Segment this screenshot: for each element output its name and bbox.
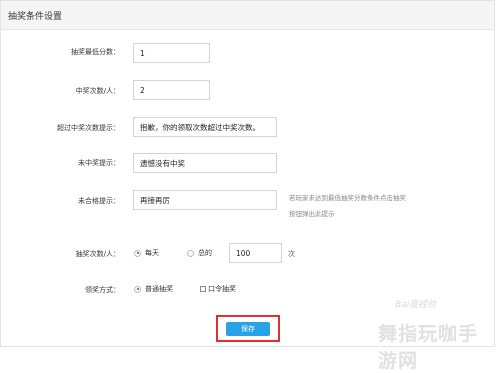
min-score-label: 抽奖最低分数： bbox=[71, 48, 120, 56]
draw-times-value: 100 bbox=[236, 248, 251, 258]
radio-total[interactable]: 总的 bbox=[187, 248, 212, 258]
exceed-tip-label: 超过中奖次数提示： bbox=[57, 124, 120, 132]
radio-normal-draw-label: 普通抽奖 bbox=[145, 285, 173, 293]
hint-line-2: 按钮弹出此提示 bbox=[289, 210, 335, 218]
password-draw-checkbox[interactable] bbox=[200, 286, 206, 292]
unqualified-tip-hint: 若玩家未达到最低抽奖分数条件点击抽奖 按钮弹出此提示 bbox=[289, 190, 449, 222]
panel-header: 抽奖条件设置 bbox=[1, 1, 494, 30]
save-highlight-box: 保存 bbox=[216, 315, 280, 342]
baidu-watermark: Bai度经验 bbox=[395, 300, 437, 310]
radio-daily-label: 每天 bbox=[145, 249, 159, 257]
hint-line-1: 若玩家未达到最低抽奖分数条件点击抽奖 bbox=[289, 194, 406, 202]
panel-title: 抽奖条件设置 bbox=[8, 11, 63, 22]
radio-daily-dot[interactable] bbox=[134, 249, 141, 257]
not-win-tip-label: 未中奖提示： bbox=[78, 159, 120, 167]
draw-times-label: 抽奖次数/人： bbox=[75, 250, 120, 258]
save-button[interactable]: 保存 bbox=[226, 321, 270, 336]
radio-daily[interactable]: 每天 bbox=[134, 248, 159, 258]
password-draw-option[interactable]: 口令抽奖 bbox=[200, 284, 236, 294]
radio-total-dot[interactable] bbox=[187, 249, 194, 257]
unqualified-tip-input[interactable]: 再接再厉 bbox=[133, 190, 277, 210]
exceed-tip-value: 抱歉，你的领取次数超过中奖次数。 bbox=[140, 122, 260, 132]
unqualified-tip-value: 再接再厉 bbox=[140, 195, 170, 205]
win-per-person-label: 中奖次数/人： bbox=[75, 87, 120, 95]
draw-times-unit: 次 bbox=[288, 250, 295, 258]
min-score-value: 1 bbox=[140, 48, 145, 58]
draw-times-input[interactable]: 100 bbox=[229, 243, 282, 263]
not-win-tip-value: 遗憾没有中奖 bbox=[140, 158, 185, 168]
site-watermark: 舞指玩咖手游网 bbox=[378, 323, 479, 372]
exceed-tip-input[interactable]: 抱歉，你的领取次数超过中奖次数。 bbox=[133, 117, 277, 137]
min-score-input[interactable]: 1 bbox=[133, 43, 210, 63]
radio-normal-draw[interactable]: 普通抽奖 bbox=[134, 284, 173, 294]
claim-method-label: 领奖方式： bbox=[85, 286, 120, 294]
unqualified-tip-label: 未合格提示： bbox=[78, 197, 120, 205]
win-per-person-input[interactable]: 2 bbox=[133, 80, 210, 100]
radio-total-label: 总的 bbox=[198, 249, 212, 257]
radio-normal-draw-dot[interactable] bbox=[134, 285, 141, 293]
win-per-person-value: 2 bbox=[140, 85, 145, 95]
not-win-tip-input[interactable]: 遗憾没有中奖 bbox=[133, 153, 277, 173]
password-draw-label: 口令抽奖 bbox=[208, 285, 236, 293]
